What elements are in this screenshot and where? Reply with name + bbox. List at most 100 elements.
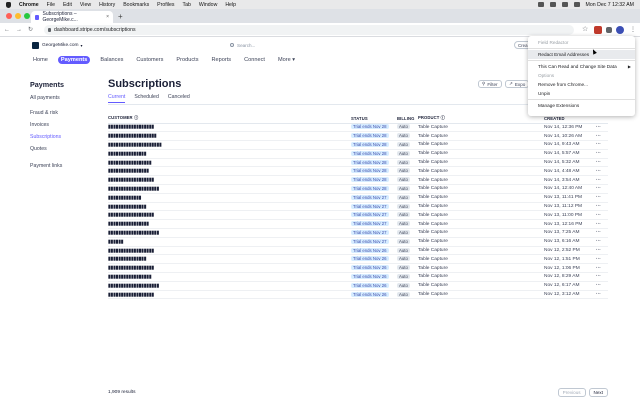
- table-row[interactable]: ▮▮▮▮▮▮▮▮▮▮▮▮▮▮▮▮▮▮ Trial ends Nov 26 Aut…: [108, 246, 608, 256]
- nav-products[interactable]: Products: [173, 56, 201, 64]
- table-row[interactable]: ▮▮▮▮▮▮▮▮▮▮▮▮▮▮▮▮▮▮▮▮ Trial ends Nov 28 A…: [108, 184, 608, 194]
- nav-balances[interactable]: Balances: [97, 56, 126, 64]
- lock-icon[interactable]: [48, 28, 51, 32]
- menubar-history[interactable]: History: [99, 2, 115, 8]
- column-status[interactable]: STATUS: [351, 114, 397, 124]
- table-row[interactable]: ▮▮▮▮▮▮▮▮▮▮▮▮▮▮▮ Trial ends Nov 27 Auto T…: [108, 202, 608, 212]
- menubar-window[interactable]: Window: [199, 2, 217, 8]
- menubar-clock[interactable]: Mon Dec 7 12:32 AM: [586, 2, 634, 8]
- row-actions-icon[interactable]: ···: [596, 281, 608, 291]
- bookmark-star-icon[interactable]: ☆: [582, 25, 590, 33]
- apple-icon[interactable]: [6, 1, 11, 8]
- spotlight-icon[interactable]: [573, 2, 580, 7]
- address-bar[interactable]: dashboard.stripe.com/subscriptions: [44, 25, 574, 35]
- customer-cell[interactable]: ▮▮▮▮▮▮▮▮▮▮▮▮▮▮▮▮▮▮: [108, 290, 351, 300]
- customer-cell[interactable]: ▮▮▮▮▮▮▮▮▮▮▮▮▮▮▮▮▮▮: [108, 123, 351, 133]
- nav-payments[interactable]: Payments: [57, 55, 91, 64]
- row-actions-icon[interactable]: ···: [596, 237, 608, 247]
- wifi-icon[interactable]: [549, 2, 556, 7]
- customer-cell[interactable]: ▮▮▮▮▮▮▮▮▮▮▮▮▮▮▮▮▮▮: [108, 210, 351, 221]
- customer-cell[interactable]: ▮▮▮▮▮▮▮▮▮▮▮▮▮▮▮: [108, 149, 351, 159]
- extensions-puzzle-icon[interactable]: [606, 27, 612, 33]
- row-actions-icon[interactable]: ···: [596, 131, 608, 142]
- column-billing[interactable]: BILLING: [397, 114, 418, 124]
- customer-cell[interactable]: ▮▮▮▮▮▮▮▮▮▮▮▮▮▮▮: [108, 254, 351, 265]
- table-row[interactable]: ▮▮▮▮▮▮▮▮▮▮▮▮▮▮▮▮▮▮ Trial ends Nov 27 Aut…: [108, 210, 608, 221]
- reload-icon[interactable]: ↻: [28, 26, 33, 33]
- table-row[interactable]: ▮▮▮▮▮▮ Trial ends Nov 27 Auto Table Capt…: [108, 237, 608, 247]
- row-actions-icon[interactable]: ···: [596, 210, 608, 221]
- export-button[interactable]: ↗ Expo: [505, 80, 530, 88]
- row-actions-icon[interactable]: ···: [596, 228, 608, 238]
- forward-icon[interactable]: →: [16, 27, 22, 33]
- table-row[interactable]: ▮▮▮▮▮▮▮▮▮▮▮▮▮▮▮▮▮▮ Trial ends Nov 28 Aut…: [108, 175, 608, 186]
- customer-cell[interactable]: ▮▮▮▮▮▮▮▮▮▮▮▮▮▮▮▮▮▮▮▮: [108, 184, 351, 194]
- table-row[interactable]: ▮▮▮▮▮▮▮▮▮▮▮▮▮▮▮▮ Trial ends Nov 27 Auto …: [108, 219, 608, 230]
- menu-item-field-redactor[interactable]: Field Redactor: [528, 38, 635, 47]
- sidebar-item-all-payments[interactable]: All payments: [30, 95, 100, 101]
- menu-item-unpin[interactable]: Unpin: [528, 89, 635, 98]
- screen-icon[interactable]: [537, 2, 544, 7]
- customer-cell[interactable]: ▮▮▮▮▮▮▮▮▮▮▮▮▮▮▮: [108, 202, 351, 212]
- row-actions-icon[interactable]: ···: [596, 254, 608, 265]
- customer-cell[interactable]: ▮▮▮▮▮▮▮▮▮▮▮▮▮▮▮▮: [108, 166, 351, 177]
- table-row[interactable]: ▮▮▮▮▮▮▮▮▮▮▮▮▮ Trial ends Nov 27 Auto Tab…: [108, 193, 608, 203]
- nav-more[interactable]: More ▾: [275, 56, 298, 64]
- menubar-view[interactable]: View: [80, 2, 91, 8]
- menu-item-manage-extensions[interactable]: Manage Extensions: [528, 101, 635, 110]
- sidebar-item-subscriptions[interactable]: Subscriptions: [30, 134, 100, 140]
- close-tab-icon[interactable]: ×: [106, 14, 109, 20]
- tab-scheduled[interactable]: Scheduled: [134, 94, 159, 103]
- menubar-profiles[interactable]: Profiles: [157, 2, 174, 8]
- row-actions-icon[interactable]: ···: [596, 140, 608, 150]
- row-actions-icon[interactable]: ···: [596, 123, 608, 133]
- table-row[interactable]: ▮▮▮▮▮▮▮▮▮▮▮▮▮▮▮▮▮▮▮▮▮ Trial ends Nov 28 …: [108, 140, 608, 150]
- menubar-edit[interactable]: Edit: [63, 2, 72, 8]
- account-switcher[interactable]: GeorgeMike.com ▾: [32, 41, 83, 49]
- customer-cell[interactable]: ▮▮▮▮▮▮▮▮▮▮▮▮▮▮▮▮▮▮▮▮: [108, 281, 351, 291]
- tab-current[interactable]: Current: [108, 94, 126, 103]
- field-redactor-extension-icon[interactable]: [594, 26, 602, 34]
- menubar-file[interactable]: File: [47, 2, 55, 8]
- table-row[interactable]: ▮▮▮▮▮▮▮▮▮▮▮▮▮▮▮▮▮▮ Trial ends Nov 28 Aut…: [108, 123, 608, 133]
- row-actions-icon[interactable]: ···: [596, 246, 608, 256]
- row-actions-icon[interactable]: ···: [596, 166, 608, 177]
- table-row[interactable]: ▮▮▮▮▮▮▮▮▮▮▮▮▮▮▮▮▮▮ Trial ends Nov 26 Aut…: [108, 263, 608, 274]
- customer-cell[interactable]: ▮▮▮▮▮▮▮▮▮▮▮▮▮▮▮▮▮▮▮▮: [108, 228, 351, 238]
- customer-cell[interactable]: ▮▮▮▮▮▮▮▮▮▮▮▮▮▮▮▮▮▮▮: [108, 131, 351, 142]
- column-customer[interactable]: CUSTOMER ⓘ: [108, 114, 351, 124]
- menubar-app-name[interactable]: Chrome: [19, 2, 39, 8]
- sidebar-item-invoices[interactable]: Invoices: [30, 122, 100, 128]
- customer-cell[interactable]: ▮▮▮▮▮▮▮▮▮▮▮▮▮▮▮▮: [108, 219, 351, 230]
- menubar-help[interactable]: Help: [225, 2, 236, 8]
- table-row[interactable]: ▮▮▮▮▮▮▮▮▮▮▮▮▮▮▮▮▮ Trial ends Nov 26 Auto…: [108, 272, 608, 282]
- filter-button[interactable]: ⚲ Filter: [478, 80, 502, 88]
- search-input[interactable]: Search...: [230, 41, 410, 49]
- row-actions-icon[interactable]: ···: [596, 290, 608, 300]
- menu-item-site-access[interactable]: This Can Read and Change Site Data ▶: [528, 62, 635, 71]
- table-row[interactable]: ▮▮▮▮▮▮▮▮▮▮▮▮▮▮▮▮▮▮ Trial ends Nov 26 Aut…: [108, 290, 608, 300]
- row-actions-icon[interactable]: ···: [596, 184, 608, 194]
- table-row[interactable]: ▮▮▮▮▮▮▮▮▮▮▮▮▮▮▮▮▮▮▮ Trial ends Nov 28 Au…: [108, 131, 608, 142]
- sidebar-item-payment-links[interactable]: Payment links: [30, 163, 100, 169]
- customer-cell[interactable]: ▮▮▮▮▮▮▮▮▮▮▮▮▮: [108, 193, 351, 203]
- new-tab-button[interactable]: +: [118, 12, 123, 21]
- chrome-menu-icon[interactable]: ⋮: [630, 26, 636, 33]
- table-row[interactable]: ▮▮▮▮▮▮▮▮▮▮▮▮▮▮▮▮▮▮▮▮ Trial ends Nov 26 A…: [108, 281, 608, 291]
- customer-cell[interactable]: ▮▮▮▮▮▮: [108, 237, 351, 247]
- battery-icon[interactable]: [561, 2, 568, 7]
- sidebar-item-fraud-risk[interactable]: Fraud & risk: [30, 110, 100, 116]
- minimize-window-icon[interactable]: [15, 13, 21, 19]
- nav-home[interactable]: Home: [30, 56, 51, 64]
- row-actions-icon[interactable]: ···: [596, 149, 608, 159]
- column-product[interactable]: PRODUCT ⓘ: [418, 114, 544, 124]
- row-actions-icon[interactable]: ···: [596, 193, 608, 203]
- row-actions-icon[interactable]: ···: [596, 263, 608, 274]
- menubar-bookmarks[interactable]: Bookmarks: [123, 2, 149, 8]
- row-actions-icon[interactable]: ···: [596, 202, 608, 212]
- browser-tab-subscriptions[interactable]: Subscriptions – GeorgeMike.c... ×: [31, 11, 113, 23]
- customer-cell[interactable]: ▮▮▮▮▮▮▮▮▮▮▮▮▮▮▮▮▮▮: [108, 175, 351, 186]
- table-row[interactable]: ▮▮▮▮▮▮▮▮▮▮▮▮▮▮▮▮ Trial ends Nov 28 Auto …: [108, 166, 608, 177]
- customer-cell[interactable]: ▮▮▮▮▮▮▮▮▮▮▮▮▮▮▮▮▮▮▮▮▮: [108, 140, 351, 150]
- table-row[interactable]: ▮▮▮▮▮▮▮▮▮▮▮▮▮▮▮ Trial ends Nov 26 Auto T…: [108, 254, 608, 265]
